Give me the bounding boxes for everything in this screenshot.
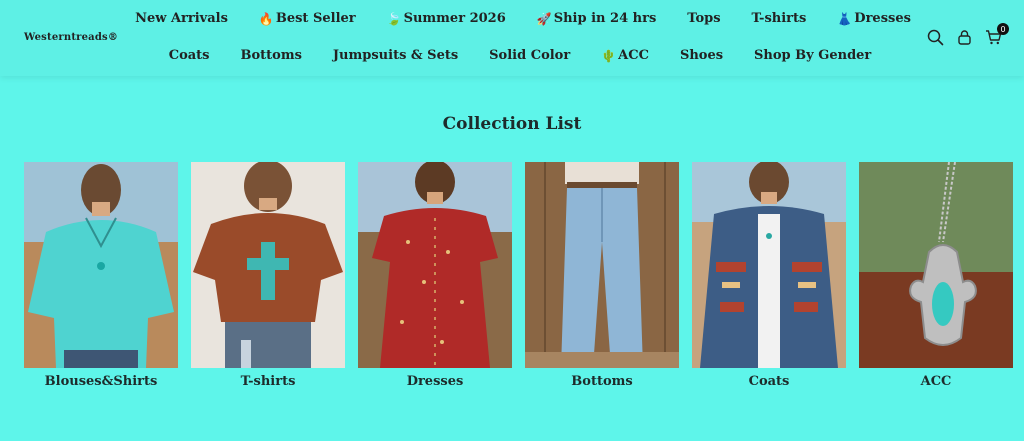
nav-tops[interactable]: Tops (687, 11, 720, 26)
nav-coats[interactable]: Coats (169, 48, 210, 63)
site-header: Westerntreads® New Arrivals 🔥 Best Seller… (0, 0, 1024, 76)
nav-new-arrivals[interactable]: New Arrivals (135, 11, 228, 26)
nav-label: Tops (687, 11, 721, 26)
nav-label: Coats (168, 48, 210, 63)
collection-image[interactable] (859, 162, 1013, 368)
collection-image[interactable] (358, 162, 512, 368)
nav-shoes[interactable]: Shoes (680, 48, 723, 63)
main-nav-row-2: Coats Bottoms Jumpsuits & Sets Solid Col… (0, 48, 1024, 63)
nav-label: Ship in 24 hrs (553, 11, 657, 26)
collection-label[interactable]: Coats (692, 374, 846, 389)
nav-label: Shop By Gender (754, 48, 872, 63)
nav-jumpsuits-sets[interactable]: Jumpsuits & Sets (333, 48, 458, 63)
collection-label[interactable]: Bottoms (525, 374, 679, 389)
collection-image[interactable] (24, 162, 178, 368)
collection-card-coats[interactable]: Coats (692, 162, 846, 389)
nav-summer-2026[interactable]: 🍃 Summer 2026 (387, 11, 506, 26)
nav-t-shirts[interactable]: T-shirts (752, 11, 807, 26)
collection-card-dresses[interactable]: Dresses (358, 162, 512, 389)
collection-card-blouses-shirts[interactable]: Blouses&Shirts (24, 162, 178, 389)
nav-label: Shoes (679, 48, 724, 63)
rocket-icon: 🚀 (536, 11, 552, 26)
nav-label: Solid Color (489, 48, 571, 63)
collection-card-bottoms[interactable]: Bottoms (525, 162, 679, 389)
cart-count-badge: 0 (997, 23, 1009, 35)
leaf-icon: 🍃 (386, 11, 402, 26)
cart-icon[interactable]: 0 (985, 23, 1009, 46)
nav-acc[interactable]: 🌵 ACC (601, 48, 649, 63)
nav-best-seller[interactable]: 🔥 Best Seller (259, 11, 356, 26)
nav-solid-color[interactable]: Solid Color (489, 48, 570, 63)
nav-bottoms[interactable]: Bottoms (240, 48, 301, 63)
nav-ship-24-hrs[interactable]: 🚀 Ship in 24 hrs (537, 11, 657, 26)
cactus-icon: 🌵 (601, 48, 617, 63)
collection-label[interactable]: Dresses (358, 374, 512, 389)
search-icon[interactable] (927, 29, 944, 46)
nav-label: T-shirts (751, 11, 807, 26)
collection-label[interactable]: Blouses&Shirts (24, 374, 178, 389)
nav-label: ACC (618, 48, 649, 63)
collection-list-title: Collection List (442, 114, 582, 134)
brand-logo[interactable]: Westerntreads® (24, 32, 118, 43)
nav-label: Summer 2026 (403, 11, 506, 26)
collection-grid: Blouses&Shirts T-shirts Dresses Bottoms … (24, 162, 1013, 389)
nav-dresses[interactable]: 👗 Dresses (837, 11, 911, 26)
collection-image[interactable] (191, 162, 345, 368)
header-actions: 0 (927, 23, 1009, 46)
fire-icon: 🔥 (258, 11, 274, 26)
user-icon[interactable] (956, 29, 973, 46)
collection-card-acc[interactable]: ACC (859, 162, 1013, 389)
collection-label[interactable]: T-shirts (191, 374, 345, 389)
dress-icon: 👗 (837, 11, 853, 26)
nav-label: Bottoms (240, 48, 302, 63)
collection-label[interactable]: ACC (859, 374, 1013, 389)
collection-image[interactable] (525, 162, 679, 368)
nav-label: Dresses (854, 11, 911, 26)
nav-label: Jumpsuits & Sets (332, 48, 459, 63)
nav-label: Best Seller (275, 11, 356, 26)
main-nav-row-1: New Arrivals 🔥 Best Seller 🍃 Summer 2026 🚀… (0, 11, 1024, 26)
nav-shop-by-gender[interactable]: Shop By Gender (754, 48, 871, 63)
nav-label: New Arrivals (135, 11, 228, 26)
collection-image[interactable] (692, 162, 846, 368)
collection-card-t-shirts[interactable]: T-shirts (191, 162, 345, 389)
